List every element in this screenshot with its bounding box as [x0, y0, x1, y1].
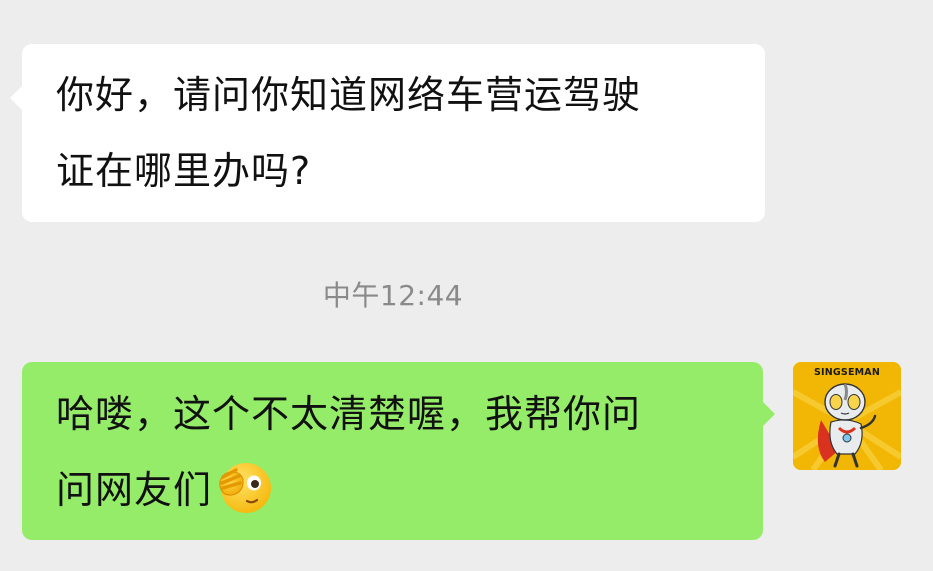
avatar-label: SINGSEMAN [813, 367, 880, 378]
outgoing-message-last-line: 问网友们 [56, 452, 729, 528]
incoming-message-line: 你好，请问你知道网络车营运驾驶 [56, 73, 642, 117]
outgoing-message-line: 哈喽，这个不太清楚喔，我帮你问 [56, 392, 642, 436]
sender-avatar[interactable]: SINGSEMAN [793, 362, 901, 470]
incoming-message-line: 证在哪里办吗? [56, 149, 312, 193]
cartoon-hero-avatar-icon [793, 362, 901, 470]
face-with-hand-over-eye-emoji [214, 457, 274, 517]
incoming-message-bubble[interactable]: 你好，请问你知道网络车营运驾驶 证在哪里办吗? [10, 44, 765, 222]
incoming-bubble-tail [10, 86, 22, 110]
outgoing-message-line: 问网友们 [56, 468, 213, 512]
message-timestamp: 中午12:44 [322, 279, 464, 312]
outgoing-message-bubble[interactable]: 哈喽，这个不太清楚喔，我帮你问 问网友们 [22, 362, 775, 540]
outgoing-bubble-tail [763, 402, 775, 426]
